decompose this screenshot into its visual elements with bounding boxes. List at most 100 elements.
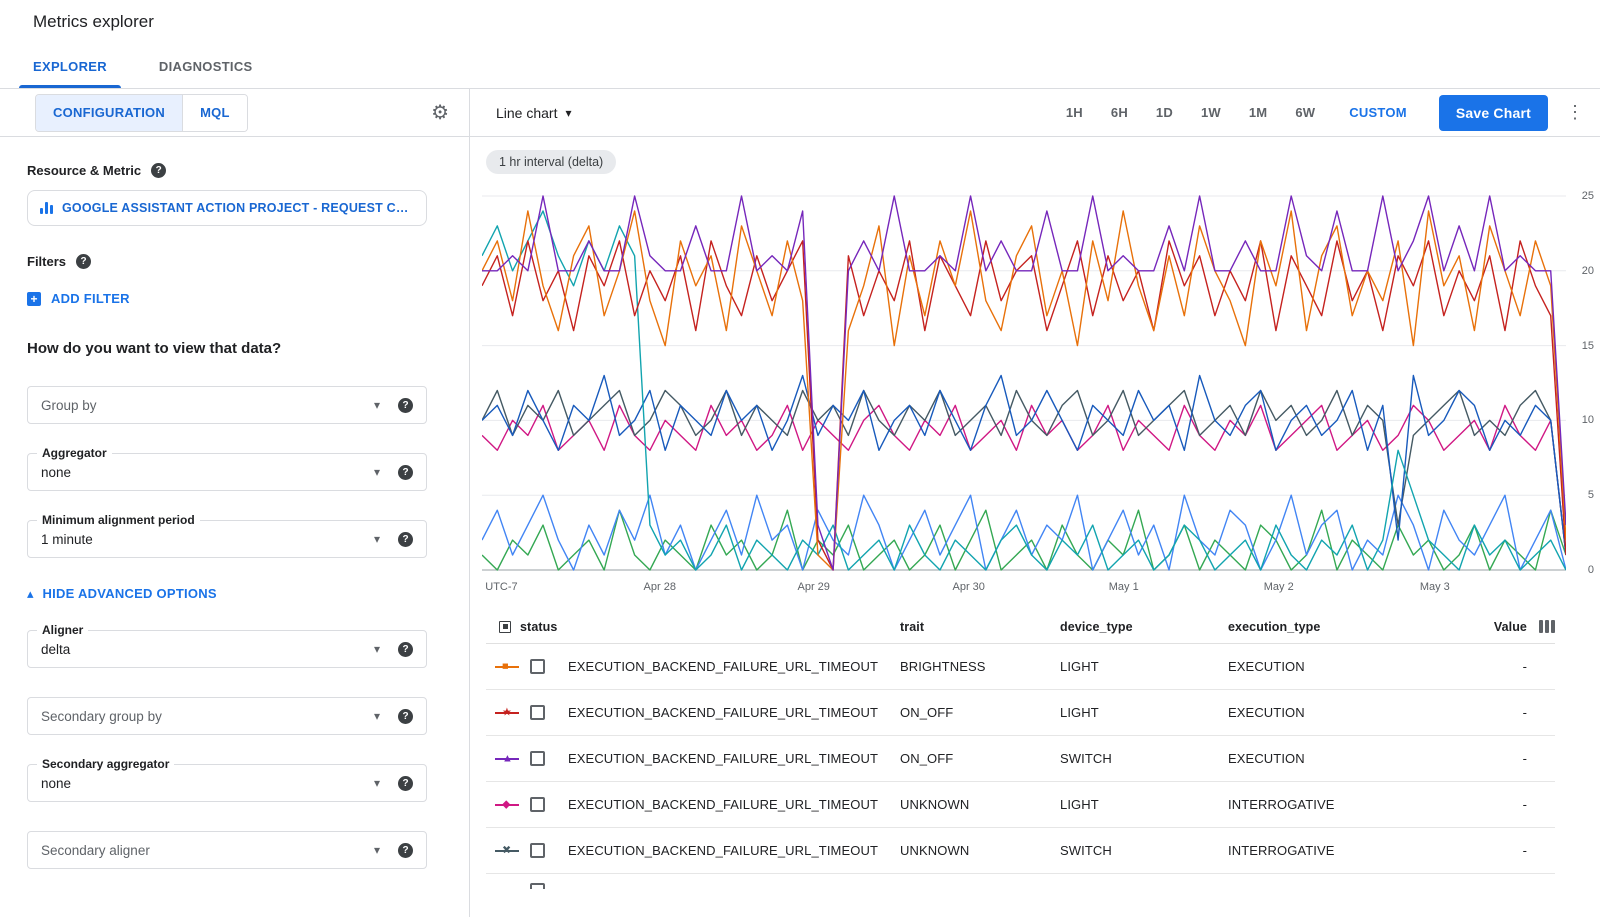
group-by-select[interactable]: Group by ▾ ?: [27, 386, 427, 424]
main-tabs: EXPLORER DIAGNOSTICS: [0, 44, 1600, 89]
table-row[interactable]: ✖ EXECUTION_BACKEND_FAILURE_URL_TIMEOUT …: [486, 828, 1555, 874]
help-icon[interactable]: ?: [398, 398, 413, 413]
table-row[interactable]: ▲ EXECUTION_BACKEND_FAILURE_URL_TIMEOUT …: [486, 736, 1555, 782]
col-trait[interactable]: trait: [900, 620, 1060, 634]
range-1h-button[interactable]: 1H: [1066, 105, 1083, 120]
device-type-cell: LIGHT: [1060, 705, 1228, 720]
help-icon[interactable]: ?: [151, 163, 166, 178]
col-execution-type[interactable]: execution_type: [1228, 620, 1478, 634]
main-content: CONFIGURATION MQL ⚙ Resource & Metric ? …: [0, 89, 1600, 917]
row-checkbox[interactable]: [530, 705, 545, 720]
trait-cell: BRIGHTNESS: [900, 659, 1060, 674]
mode-configuration-button[interactable]: CONFIGURATION: [36, 95, 182, 131]
mode-mql-button[interactable]: MQL: [182, 95, 247, 131]
columns-icon[interactable]: [1539, 620, 1555, 633]
plot-area[interactable]: [482, 186, 1566, 576]
chart-type-label: Line chart: [496, 105, 557, 121]
chevron-down-icon: ▾: [374, 709, 380, 723]
status-cell: EXECUTION_BACKEND_FAILURE_URL_TIMEOUT: [568, 705, 900, 720]
series-table: status trait device_type execution_type …: [486, 610, 1555, 889]
device-type-cell: LIGHT: [1060, 659, 1228, 674]
value-cell: -: [1478, 751, 1527, 766]
device-type-cell: SWITCH: [1060, 751, 1228, 766]
range-1d-button[interactable]: 1D: [1156, 105, 1173, 120]
view-data-heading: How do you want to view that data?: [27, 340, 442, 357]
y-tick-label: 15: [1582, 340, 1594, 352]
help-icon[interactable]: ?: [398, 709, 413, 724]
row-checkbox[interactable]: [530, 751, 545, 766]
tab-explorer[interactable]: EXPLORER: [7, 44, 133, 88]
kebab-menu-icon[interactable]: ⋮: [1564, 102, 1586, 123]
col-value[interactable]: Value: [1478, 620, 1527, 634]
chart-type-select[interactable]: Line chart ▾: [496, 105, 572, 121]
range-1m-button[interactable]: 1M: [1249, 105, 1267, 120]
field-value: none: [41, 465, 71, 480]
metric-chip[interactable]: GOOGLE ASSISTANT ACTION PROJECT - REQUES…: [27, 190, 427, 226]
chevron-up-icon: ▴: [27, 587, 34, 600]
execution-type-cell: EXECUTION: [1228, 751, 1478, 766]
bar-chart-icon: [40, 202, 53, 214]
execution-type-cell: INTERROGATIVE: [1228, 843, 1478, 858]
chevron-down-icon: ▾: [374, 776, 380, 790]
series-marker-icon: ▲: [495, 752, 521, 766]
trait-cell: ON_OFF: [900, 705, 1060, 720]
min-alignment-period-select[interactable]: Minimum alignment period 1 minute ▾ ?: [27, 520, 427, 558]
field-value: Secondary aligner: [41, 843, 150, 858]
range-6h-button[interactable]: 6H: [1111, 105, 1128, 120]
field-label: Aggregator: [37, 446, 112, 460]
secondary-aligner-select[interactable]: Secondary aligner ▾ ?: [27, 831, 427, 869]
range-custom-button[interactable]: CUSTOM: [1349, 105, 1407, 120]
help-icon[interactable]: ?: [76, 254, 91, 269]
mode-switch: CONFIGURATION MQL: [35, 94, 248, 132]
x-tick-label: May 3: [1420, 581, 1450, 593]
hide-advanced-options-button[interactable]: ▴ HIDE ADVANCED OPTIONS: [27, 586, 442, 601]
col-status[interactable]: status: [520, 620, 557, 634]
line-chart[interactable]: 2520151050: [482, 186, 1600, 576]
series-marker-icon: ■: [495, 660, 521, 674]
table-row-partial[interactable]: [486, 874, 1555, 889]
help-icon[interactable]: ?: [398, 843, 413, 858]
secondary-group-by-select[interactable]: Secondary group by ▾ ?: [27, 697, 427, 735]
chevron-down-icon: ▾: [374, 843, 380, 857]
row-checkbox[interactable]: [530, 843, 545, 858]
tab-diagnostics[interactable]: DIAGNOSTICS: [133, 44, 279, 88]
aggregator-select[interactable]: Aggregator none ▾ ?: [27, 453, 427, 491]
gear-icon[interactable]: ⚙: [431, 103, 449, 123]
status-cell: EXECUTION_BACKEND_FAILURE_URL_TIMEOUT: [568, 751, 900, 766]
help-icon[interactable]: ?: [398, 532, 413, 547]
add-filter-button[interactable]: + ADD FILTER: [27, 291, 442, 306]
range-6w-button[interactable]: 6W: [1295, 105, 1315, 120]
page-title: Metrics explorer: [33, 12, 154, 32]
hide-advanced-options-label: HIDE ADVANCED OPTIONS: [43, 586, 217, 601]
y-tick-label: 25: [1582, 190, 1594, 202]
resource-metric-section: Resource & Metric ?: [27, 163, 442, 178]
device-type-cell: SWITCH: [1060, 843, 1228, 858]
aligner-select[interactable]: Aligner delta ▾ ?: [27, 630, 427, 668]
x-tick-label: May 1: [1109, 581, 1139, 593]
help-icon[interactable]: ?: [398, 465, 413, 480]
select-all-icon[interactable]: [499, 621, 511, 633]
row-checkbox[interactable]: [530, 797, 545, 812]
col-device-type[interactable]: device_type: [1060, 620, 1228, 634]
help-icon[interactable]: ?: [398, 642, 413, 657]
row-checkbox[interactable]: [530, 883, 545, 889]
chevron-down-icon: ▾: [374, 642, 380, 656]
interval-chip[interactable]: 1 hr interval (delta): [486, 150, 616, 174]
y-tick-label: 20: [1582, 265, 1594, 277]
x-axis-labels: UTC-7Apr 28Apr 29Apr 30May 1May 2May 3: [482, 576, 1566, 596]
secondary-aggregator-select[interactable]: Secondary aggregator none ▾ ?: [27, 764, 427, 802]
metric-chip-label: GOOGLE ASSISTANT ACTION PROJECT - REQUES…: [62, 201, 414, 215]
config-panel-header: CONFIGURATION MQL ⚙: [0, 89, 469, 137]
field-value: delta: [41, 642, 70, 657]
status-cell: EXECUTION_BACKEND_FAILURE_URL_TIMEOUT: [568, 797, 900, 812]
save-chart-button[interactable]: Save Chart: [1439, 95, 1548, 131]
range-1w-button[interactable]: 1W: [1201, 105, 1221, 120]
table-row[interactable]: ■ EXECUTION_BACKEND_FAILURE_URL_TIMEOUT …: [486, 644, 1555, 690]
row-checkbox[interactable]: [530, 659, 545, 674]
plus-icon: +: [27, 292, 41, 306]
help-icon[interactable]: ?: [398, 776, 413, 791]
table-row[interactable]: ◆ EXECUTION_BACKEND_FAILURE_URL_TIMEOUT …: [486, 782, 1555, 828]
mode-configuration-label: CONFIGURATION: [53, 105, 165, 120]
table-row[interactable]: ★ EXECUTION_BACKEND_FAILURE_URL_TIMEOUT …: [486, 690, 1555, 736]
chevron-down-icon: ▾: [374, 532, 380, 546]
